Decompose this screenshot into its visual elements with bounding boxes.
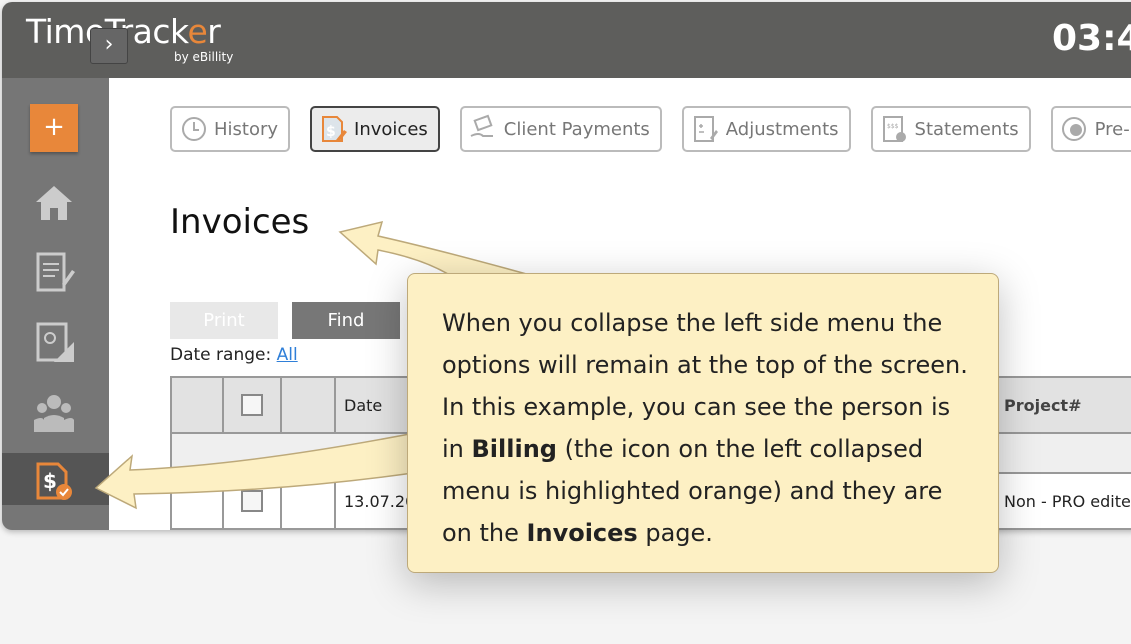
arrow-to-billing-icon xyxy=(94,431,421,510)
tooltip-callout: When you collapse the left side menu the… xyxy=(407,273,999,573)
